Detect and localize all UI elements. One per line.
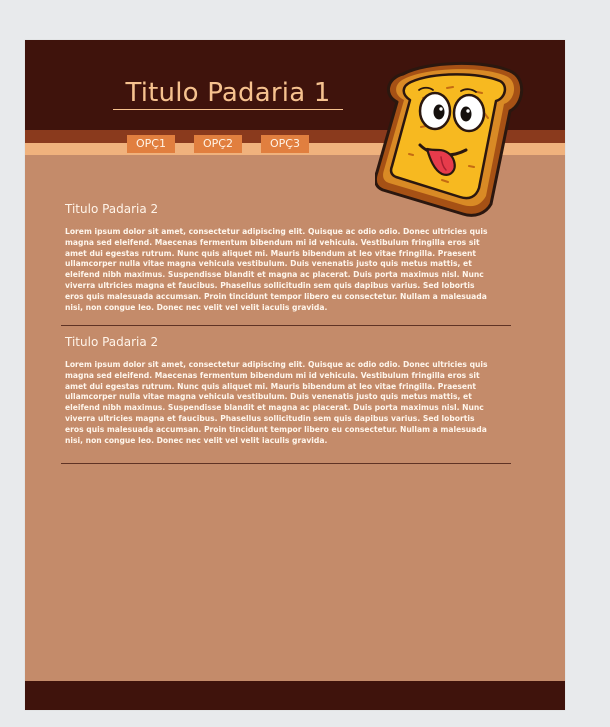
section-title: Titulo Padaria 2	[65, 335, 159, 349]
content-section-2: Titulo Padaria 2 Lorem ipsum dolor sit a…	[65, 335, 510, 446]
smiling-toast-icon	[375, 61, 524, 217]
section-body: Lorem ipsum dolor sit amet, consectetur …	[65, 360, 488, 445]
site-footer	[25, 681, 565, 710]
nav-button-opc3[interactable]: OPÇ3	[261, 135, 309, 153]
section-body: Lorem ipsum dolor sit amet, consectetur …	[65, 227, 488, 312]
nav-button-opc1[interactable]: OPÇ1	[127, 135, 175, 153]
bakery-page: Titulo Padaria 1 OPÇ1 OPÇ2 OPÇ3 Titulo P…	[25, 40, 565, 710]
page-title: Titulo Padaria 1	[125, 78, 331, 108]
nav-button-opc2[interactable]: OPÇ2	[194, 135, 242, 153]
section-divider	[61, 463, 511, 464]
title-underline	[113, 109, 343, 110]
section-divider	[61, 325, 511, 326]
